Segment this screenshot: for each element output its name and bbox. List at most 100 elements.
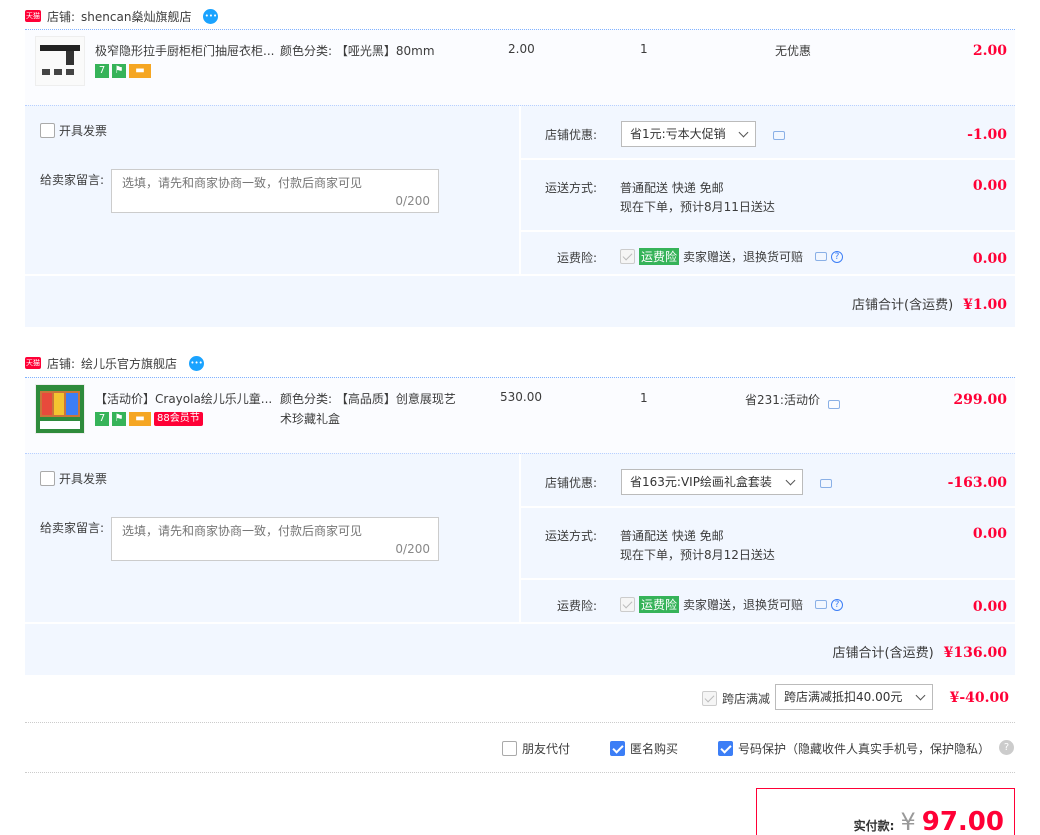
cross-store-checkbox: [702, 691, 717, 706]
order-left-pane: [25, 106, 519, 327]
store-total-label: 店铺合计(含运费): [852, 298, 954, 313]
insurance-amount: 0.00: [972, 251, 1007, 267]
seven-day-return-icon: 7: [95, 64, 109, 78]
cross-store-amount: ¥-40.00: [949, 690, 1009, 706]
product-spec-cont: 术珍藏礼盒: [280, 412, 341, 426]
anonymous-label: 匿名购买: [630, 742, 679, 756]
seven-day-return-icon: 7: [95, 412, 109, 426]
invoice-label: 开具发票: [59, 472, 108, 486]
promo-label: 店铺优惠:: [545, 476, 598, 490]
row-divider: [519, 506, 1015, 508]
shipping-label: 运送方式:: [545, 181, 598, 195]
product-thumbnail[interactable]: [35, 384, 85, 434]
anonymous-checkbox[interactable]: [610, 741, 625, 756]
chevron-down-icon: [785, 475, 796, 486]
tmall-icon: 天猫: [25, 10, 41, 22]
insurance-option: 运费险 卖家赠送，退换货可赔 ?: [620, 596, 844, 613]
product-thumbnail[interactable]: [35, 36, 85, 86]
product-title[interactable]: 极窄隐形拉手厨柜柜门抽屉衣柜...: [95, 42, 275, 59]
invoice-option[interactable]: 开具发票: [40, 122, 107, 139]
store-header-2: 天猫 店铺: 绘儿乐官方旗舰店 •••: [25, 353, 205, 373]
promo-amount: -1.00: [967, 127, 1007, 143]
product-title[interactable]: 【活动价】Crayola绘儿乐儿童...: [95, 390, 275, 407]
shipping-method: 普通配送 快递 免邮: [620, 181, 724, 195]
unit-price: 530.00: [500, 390, 542, 404]
order-extras: 开具发票 给卖家留言: 0/200 店铺优惠: 省1元:亏本大促销 -1.00 …: [25, 105, 1015, 327]
credit-card-icon: ▬: [129, 412, 151, 426]
order-left-pane: [25, 454, 519, 675]
currency-symbol: ¥: [900, 808, 916, 835]
message-label: 给卖家留言:: [40, 173, 105, 187]
comment-icon[interactable]: [773, 131, 785, 140]
comment-icon[interactable]: [820, 479, 832, 488]
cross-store-select[interactable]: 跨店满减抵扣40.00元: [775, 684, 933, 710]
invoice-checkbox[interactable]: [40, 471, 55, 486]
store-label: 店铺:: [47, 356, 76, 371]
insurance-checkbox: [620, 597, 635, 612]
divider: [25, 772, 1015, 773]
friend-pay-checkbox[interactable]: [502, 741, 517, 756]
shipping-method: 普通配送 快递 免邮: [620, 529, 724, 543]
quantity: 1: [640, 42, 648, 56]
order-item: 极窄隐形拉手厨柜柜门抽屉衣柜... 7 ⚑ ▬ 颜色分类: 【哑光黑】80mm …: [25, 30, 1015, 102]
seller-message-input[interactable]: [122, 524, 422, 538]
row-divider: [519, 158, 1015, 160]
shipping-amount: 0.00: [972, 526, 1007, 542]
number-protect-checkbox[interactable]: [718, 741, 733, 756]
insurance-option: 运费险 卖家赠送，退换货可赔 ?: [620, 248, 844, 265]
wangwang-chat-icon[interactable]: •••: [203, 8, 219, 24]
friend-pay-option[interactable]: 朋友代付: [502, 740, 570, 757]
row-divider: [25, 622, 1015, 624]
wangwang-chat-icon[interactable]: •••: [189, 355, 205, 371]
help-icon[interactable]: ?: [831, 250, 844, 263]
shipping-eta: 现在下单，预计8月12日送达: [620, 548, 775, 562]
store-promo-select[interactable]: 省163元:VIP绘画礼盒套装: [621, 469, 803, 495]
row-divider: [25, 274, 1015, 276]
message-box[interactable]: 0/200: [111, 517, 439, 561]
anonymous-option[interactable]: 匿名购买: [610, 740, 678, 757]
comment-icon[interactable]: [828, 400, 840, 409]
guarantee-icon: ⚑: [112, 412, 126, 426]
insurance-amount: 0.00: [972, 599, 1007, 615]
help-icon[interactable]: ?: [999, 740, 1014, 755]
row-divider: [519, 230, 1015, 232]
store-total: 店铺合计(含运费) ¥136.00: [833, 642, 1007, 661]
column-divider: [519, 106, 521, 274]
invoice-option[interactable]: 开具发票: [40, 470, 107, 487]
store-header-1: 天猫 店铺: shencan燊灿旗舰店 •••: [25, 6, 219, 26]
cross-store-option: 跨店满减: [702, 690, 770, 707]
number-protect-label: 号码保护（隐藏收件人真实手机号，保护隐私）: [738, 742, 991, 756]
promo-amount: -163.00: [947, 475, 1007, 491]
store-promo-value: 省1元:亏本大促销: [630, 127, 726, 141]
store-promo-select[interactable]: 省1元:亏本大促销: [621, 121, 756, 147]
order-block-2: 【活动价】Crayola绘儿乐儿童... 7 ⚑ ▬ 88会员节 颜色分类: 【…: [25, 377, 1015, 675]
insurance-text: 卖家赠送，退换货可赔: [683, 250, 804, 264]
store-name[interactable]: 绘儿乐官方旗舰店: [81, 355, 177, 372]
store-name[interactable]: shencan燊灿旗舰店: [81, 8, 191, 25]
comment-icon[interactable]: [815, 252, 828, 261]
member-festival-badge: 88会员节: [154, 412, 203, 426]
chevron-down-icon: [915, 690, 926, 701]
quantity: 1: [640, 391, 648, 405]
insurance-tag: 运费险: [639, 596, 680, 613]
store-total-label: 店铺合计(含运费): [832, 646, 934, 661]
row-divider: [519, 578, 1015, 580]
payment-amount: 97.00: [921, 807, 1004, 835]
insurance-label: 运费险:: [557, 599, 598, 613]
message-box[interactable]: 0/200: [111, 169, 439, 213]
cross-store-label: 跨店满减: [722, 692, 771, 706]
comment-icon[interactable]: [815, 600, 828, 609]
tmall-icon: 天猫: [25, 357, 41, 369]
friend-pay-label: 朋友代付: [522, 742, 571, 756]
payment-summary: 实付款: ¥ 97.00: [854, 807, 1004, 835]
order-extras: 开具发票 给卖家留言: 0/200 店铺优惠: 省163元:VIP绘画礼盒套装 …: [25, 453, 1015, 675]
help-icon[interactable]: ?: [831, 598, 844, 611]
store-promo-value: 省163元:VIP绘画礼盒套装: [630, 475, 772, 489]
cross-store-value: 跨店满减抵扣40.00元: [784, 690, 903, 704]
unit-price: 2.00: [508, 42, 535, 56]
seller-message-input[interactable]: [122, 176, 422, 190]
column-divider: [519, 454, 521, 622]
number-protect-option[interactable]: 号码保护（隐藏收件人真实手机号，保护隐私）: [718, 740, 990, 757]
invoice-checkbox[interactable]: [40, 123, 55, 138]
chevron-down-icon: [738, 127, 749, 138]
